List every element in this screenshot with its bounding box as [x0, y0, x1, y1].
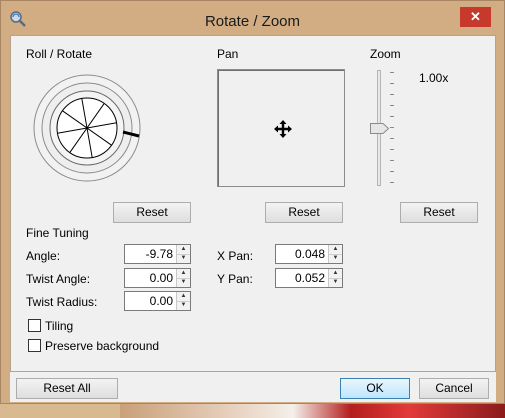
zoom-slider-tick [390, 182, 394, 183]
twist-radius-stepper[interactable]: ▲▼ [124, 291, 191, 311]
twist-angle-input[interactable] [125, 269, 176, 287]
y-pan-stepper[interactable]: ▲▼ [275, 268, 343, 288]
pan-area[interactable] [217, 69, 345, 187]
x-pan-spin-buttons[interactable]: ▲ ▼ [328, 245, 342, 263]
preserve-background-checkbox[interactable] [28, 339, 41, 352]
close-icon: ✕ [470, 9, 481, 24]
angle-label: Angle: [26, 249, 61, 263]
x-pan-stepper[interactable]: ▲▼ [275, 244, 343, 264]
zoom-slider-tick [390, 116, 394, 117]
window-title: Rotate / Zoom [204, 13, 301, 30]
zoom-slider-tick [390, 127, 394, 128]
angle-input[interactable] [125, 245, 176, 263]
angle-spin-buttons[interactable]: ▲ ▼ [176, 245, 190, 263]
spin-down-icon[interactable]: ▼ [177, 278, 190, 287]
cancel-button[interactable]: Cancel [419, 378, 489, 399]
dialog-content: Roll / Rotate Reset Pan Reset Zoom 1.00x [10, 35, 496, 372]
twist-angle-stepper[interactable]: ▲▼ [124, 268, 191, 288]
background-photo [120, 404, 505, 418]
dialog-footer: Reset All OK Cancel [10, 372, 496, 402]
twist-angle-label: Twist Angle: [26, 272, 91, 286]
twist-radius-input[interactable] [125, 292, 176, 310]
roll-reset-button[interactable]: Reset [113, 202, 191, 223]
zoom-reset-button[interactable]: Reset [400, 202, 478, 223]
fine-tuning-label: Fine Tuning [26, 226, 89, 240]
spin-down-icon[interactable]: ▼ [329, 254, 342, 263]
close-button[interactable]: ✕ [460, 7, 491, 27]
preserve-background-label[interactable]: Preserve background [45, 339, 159, 353]
twist-angle-spin-buttons[interactable]: ▲ ▼ [176, 269, 190, 287]
ok-button[interactable]: OK [340, 378, 410, 399]
zoom-slider-tick [390, 72, 394, 73]
zoom-slider-tick [390, 94, 394, 95]
angle-stepper[interactable]: ▲▼ [124, 244, 191, 264]
move-cursor-icon [274, 120, 292, 138]
x-pan-label: X Pan: [217, 249, 254, 263]
zoom-slider-tick [390, 83, 394, 84]
zoom-slider-tick [390, 105, 394, 106]
pan-reset-button[interactable]: Reset [265, 202, 343, 223]
tiling-checkbox[interactable] [28, 319, 41, 332]
y-pan-spin-buttons[interactable]: ▲ ▼ [328, 269, 342, 287]
reset-all-button[interactable]: Reset All [16, 378, 118, 399]
pan-label: Pan [217, 47, 239, 61]
spin-down-icon[interactable]: ▼ [329, 278, 342, 287]
spin-down-icon[interactable]: ▼ [177, 301, 190, 310]
zoom-slider-tick [390, 171, 394, 172]
zoom-label: Zoom [370, 47, 401, 61]
tiling-label[interactable]: Tiling [45, 319, 73, 333]
zoom-value: 1.00x [419, 71, 449, 85]
zoom-slider-thumb[interactable] [370, 123, 389, 134]
roll-rotate-dial[interactable] [32, 73, 142, 183]
zoom-slider-tick [390, 160, 394, 161]
y-pan-input[interactable] [276, 269, 328, 287]
dialog-window: Rotate / Zoom ✕ Roll / Rotate Reset Pan [0, 0, 505, 404]
x-pan-input[interactable] [276, 245, 328, 263]
roll-rotate-label: Roll / Rotate [26, 47, 93, 61]
spin-down-icon[interactable]: ▼ [177, 254, 190, 263]
zoom-slider-tick [390, 149, 394, 150]
twist-radius-spin-buttons[interactable]: ▲ ▼ [176, 292, 190, 310]
twist-radius-label: Twist Radius: [26, 295, 98, 309]
y-pan-label: Y Pan: [217, 272, 253, 286]
zoom-slider-tick [390, 138, 394, 139]
